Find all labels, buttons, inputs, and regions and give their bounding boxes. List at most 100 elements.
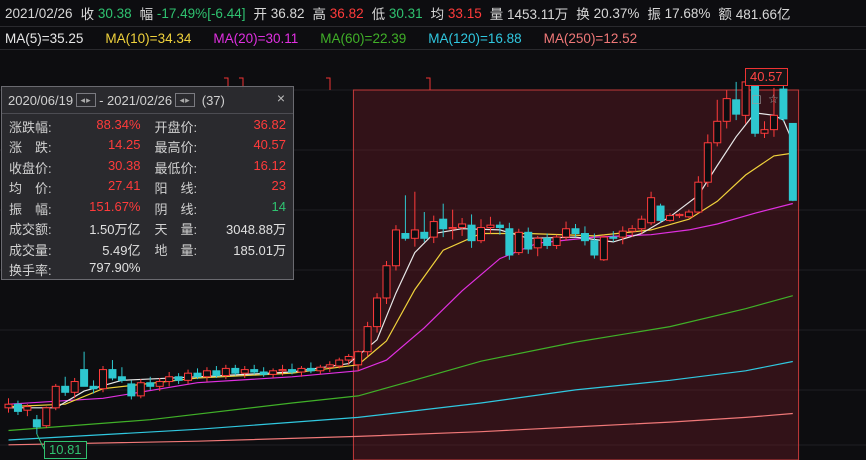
candle-body <box>335 359 344 367</box>
stats-value: 23 <box>271 178 286 194</box>
stats-value: 797.90% <box>89 260 141 276</box>
interval-stats-panel: 2020/06/19 ◂▸ - 2021/02/26 ◂▸ (37) × 涨跌幅… <box>1 86 294 280</box>
stats-label: 振 幅: <box>9 201 52 217</box>
stats-label: 阳 线: <box>154 181 198 197</box>
candle-body <box>562 228 571 238</box>
stats-label: 收盘价: <box>9 160 52 176</box>
candle-body <box>146 382 155 387</box>
candle-body <box>269 370 278 375</box>
ma120-legend[interactable]: MA(120)=16.88 <box>428 31 521 46</box>
stats-label: 涨跌幅: <box>9 119 52 135</box>
avg-label: 均 <box>430 7 445 22</box>
stats-value: 185.01万 <box>233 242 286 258</box>
stats-row: 均 价: 27.41 阳 线: 23 <box>2 178 293 199</box>
ma10-legend[interactable]: MA(10)=34.34 <box>105 31 191 46</box>
stats-cell: 成交额: 1.50万亿 <box>2 219 148 238</box>
square-icon[interactable]: ☐ <box>751 93 762 107</box>
candle-body <box>382 265 391 299</box>
volume-label: 量 <box>489 7 504 22</box>
stats-value: 151.67% <box>89 198 141 214</box>
candle-body <box>117 376 126 381</box>
stats-cell: 涨 跌: 14.25 <box>2 137 148 156</box>
candle-body <box>4 403 13 409</box>
candle-body <box>618 230 627 238</box>
candle-body <box>373 297 382 328</box>
stats-label: 换手率: <box>9 263 52 279</box>
day-count: (37) <box>201 92 225 108</box>
selection-range <box>352 89 800 460</box>
ma60-legend[interactable]: MA(60)=22.39 <box>320 31 406 46</box>
turnover-value: 20.37% <box>593 5 640 21</box>
candle-body <box>240 369 249 374</box>
stats-cell: 天 量: 3048.88万 <box>148 219 294 238</box>
low-value: 30.31 <box>388 5 423 21</box>
stats-label: 成交量: <box>9 242 52 258</box>
candle-body <box>647 197 656 224</box>
candle-body <box>467 224 476 242</box>
stats-row: 涨 跌: 14.25 最高价: 40.57 <box>2 137 293 158</box>
candle-body <box>637 218 646 230</box>
ma250-legend[interactable]: MA(250)=12.52 <box>544 31 637 46</box>
ma5-legend[interactable]: MA(5)=35.25 <box>5 31 83 46</box>
stats-cell: 开盘价: 36.82 <box>148 117 294 136</box>
candle-body <box>278 369 287 372</box>
stats-row: 涨跌幅: 88.34% 开盘价: 36.82 <box>2 116 293 137</box>
start-date[interactable]: 2020/06/19 <box>8 93 73 108</box>
volume-value: 1453.11万 <box>506 7 569 22</box>
stats-value: 3048.88万 <box>226 222 286 238</box>
stats-value: 16.12 <box>253 157 286 173</box>
stats-value: 40.57 <box>253 137 286 153</box>
candle-body <box>675 213 684 217</box>
amount-value: 481.66亿 <box>735 7 791 22</box>
amplitude-value: 17.68% <box>664 5 711 21</box>
candle-body <box>458 223 467 229</box>
stats-cell: 成交量: 5.49亿 <box>2 240 148 259</box>
close-icon[interactable]: × <box>277 90 285 106</box>
candle-body <box>788 122 797 201</box>
candle-body <box>391 229 400 267</box>
event-marker <box>426 77 431 90</box>
open-label: 开 <box>253 7 267 22</box>
end-date[interactable]: 2021/02/26 <box>107 93 172 108</box>
stats-value: 30.38 <box>107 157 141 173</box>
stats-value: 5.49亿 <box>102 242 141 258</box>
candle-body <box>42 407 51 427</box>
ma20-legend[interactable]: MA(20)=30.11 <box>213 31 298 46</box>
candle-body <box>202 370 211 378</box>
stats-cell: 阳 线: 23 <box>148 178 294 197</box>
candle-body <box>552 236 561 246</box>
candle-body <box>259 371 268 375</box>
candle-body <box>344 355 353 361</box>
candle-body <box>429 221 438 238</box>
candle-body <box>420 231 429 239</box>
close-value: 30.38 <box>97 5 132 21</box>
quote-date: 2021/02/26 <box>5 5 73 21</box>
amount-label: 额 <box>718 7 732 22</box>
candle-body <box>13 403 22 412</box>
candle-body <box>288 369 296 373</box>
quote-header: 2021/02/26 收 30.38 幅 -17.49%[-6.44] 开 36… <box>0 0 866 26</box>
stats-label: 涨 跌: <box>9 140 52 156</box>
date-separator: - <box>99 92 104 108</box>
candle-body <box>628 228 637 232</box>
candle-body <box>684 211 693 218</box>
start-date-stepper-icon[interactable]: ◂▸ <box>76 93 97 107</box>
high-label: 高 <box>312 7 327 22</box>
moving-average-legend: MA(5)=35.25 MA(10)=34.34 MA(20)=30.11 MA… <box>0 26 866 50</box>
stats-row: 成交额: 1.50万亿天 量: 3048.88万 <box>2 219 293 240</box>
candle-body <box>165 376 174 383</box>
stats-label: 均 价: <box>9 181 52 197</box>
end-date-stepper-icon[interactable]: ◂▸ <box>175 93 196 107</box>
candle-body <box>231 367 240 374</box>
candle-body <box>174 376 183 381</box>
candle-body <box>448 227 457 230</box>
candle-body <box>136 382 145 397</box>
stats-cell: 最高价: 40.57 <box>148 137 294 156</box>
candle-body <box>703 142 712 183</box>
candle-body <box>656 205 665 221</box>
stats-value: 14.25 <box>107 137 141 153</box>
candle-body <box>184 372 193 381</box>
star-icon[interactable]: ☆ <box>768 92 779 106</box>
candle-body <box>193 372 202 378</box>
stats-value: 88.34% <box>96 116 141 132</box>
